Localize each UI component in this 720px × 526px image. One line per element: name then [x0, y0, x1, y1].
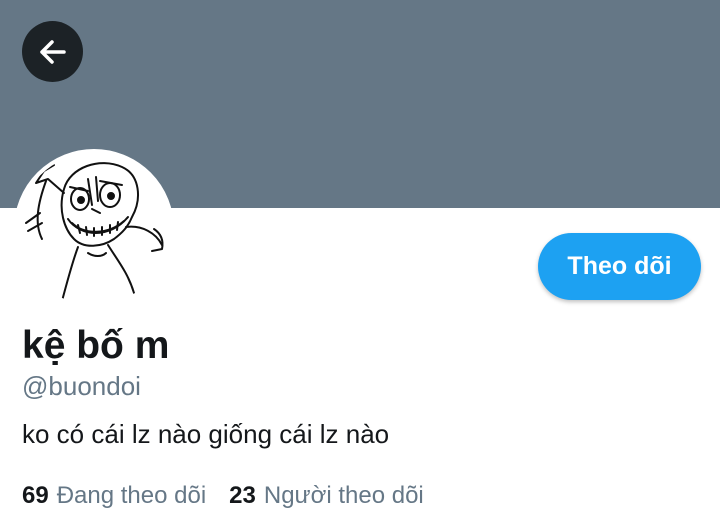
followers-count: 23	[229, 482, 256, 509]
following-count: 69	[22, 482, 49, 509]
arrow-left-icon	[39, 39, 66, 64]
followers-label: Người theo dõi	[263, 482, 424, 509]
profile-bio: ko có cái lz nào giống cái lz nào	[22, 419, 390, 449]
following-label: Đang theo dõi	[56, 482, 207, 509]
follow-button[interactable]: Theo dõi	[538, 233, 701, 300]
back-button[interactable]	[22, 21, 83, 82]
followers-stat[interactable]: 23 Người theo dõi	[229, 481, 424, 511]
profile-stats: 69 Đang theo dõi 23 Người theo dõi	[22, 481, 424, 511]
display-name: kệ bố m	[22, 324, 170, 367]
avatar[interactable]	[14, 149, 174, 309]
user-handle: @buondoi	[22, 371, 141, 401]
follow-button-label: Theo dõi	[567, 252, 672, 280]
following-stat[interactable]: 69 Đang theo dõi	[22, 481, 206, 511]
troll-face-avatar-icon	[18, 153, 170, 305]
